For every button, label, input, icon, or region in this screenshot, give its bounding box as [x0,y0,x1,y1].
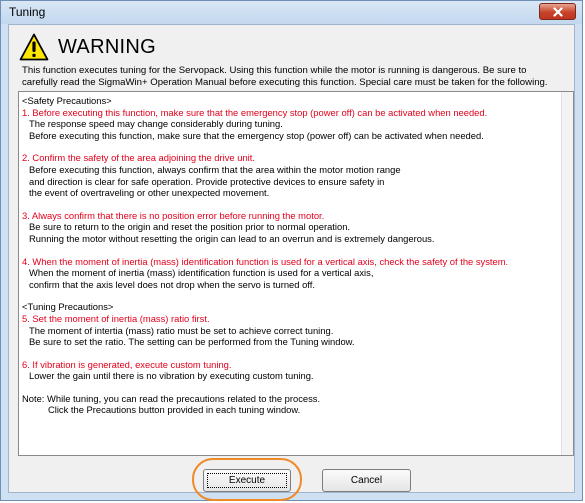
precautions-content: <Safety Precautions> 1. Before executing… [22,95,560,416]
warning-heading: WARNING [58,35,157,58]
title-bar[interactable]: Tuning [1,1,582,24]
precaution-line: The response speed may change considerab… [29,118,283,130]
close-button[interactable] [539,3,576,20]
cancel-button-label: Cancel [350,475,383,486]
precautions-textbox[interactable]: <Safety Precautions> 1. Before executing… [18,91,574,456]
precaution-line: Be sure to return to the origin and rese… [29,221,351,233]
dialog-body: WARNING This function executes tuning fo… [8,24,575,501]
intro-line: carefully read the SigmaWin+ Operation M… [22,77,548,88]
warning-header: WARNING [19,31,156,63]
precaution-line: Be sure to set the ratio. The setting ca… [29,336,355,348]
vertical-scrollbar[interactable] [561,92,573,455]
safety-precautions-header: <Safety Precautions> [22,95,112,106]
intro-line: This function executes tuning for the Se… [22,65,527,76]
precaution-title: 3. Always confirm that there is no posit… [22,209,325,221]
warning-icon [19,33,49,61]
precaution-line: Before executing this function, make sur… [29,129,484,141]
precaution-line: When the moment of inertia (mass) identi… [29,267,374,279]
close-icon [552,6,563,17]
precaution-title: 1. Before executing this function, make … [22,106,488,118]
precaution-title: 2. Confirm the safety of the area adjoin… [22,152,255,164]
precaution-line: The moment of intertia (mass) ratio must… [29,324,334,336]
warning-intro: This function executes tuning for the Se… [22,65,570,89]
cancel-button[interactable]: Cancel [322,469,411,492]
precaution-line: Running the motor without resetting the … [29,232,435,244]
tuning-precautions-header: <Tuning Precautions> [22,301,114,313]
note-line: Note: While tuning, you can read the pre… [22,392,321,404]
window-title: Tuning [9,5,46,19]
note-line: Click the Precautions button provided in… [48,404,301,416]
precaution-line: Lower the gain until there is no vibrati… [29,370,314,382]
precaution-line: Before executing this function, always c… [29,163,401,175]
precaution-title: 5. Set the moment of inertia (mass) rati… [22,312,210,324]
precaution-line: confirm that the axis level does not dro… [29,278,315,290]
precaution-line: and direction is clear for safe operatio… [29,175,385,187]
precaution-line: the event of overtraveling or other unex… [29,187,270,199]
execute-button[interactable]: Execute [203,469,291,492]
tuning-dialog: Tuning WARNING This function executes tu… [0,0,583,501]
precaution-title: 4. When the moment of inertia (mass) ide… [22,255,509,267]
focus-rectangle [207,473,287,488]
precaution-title: 6. If vibration is generated, execute cu… [22,358,232,370]
